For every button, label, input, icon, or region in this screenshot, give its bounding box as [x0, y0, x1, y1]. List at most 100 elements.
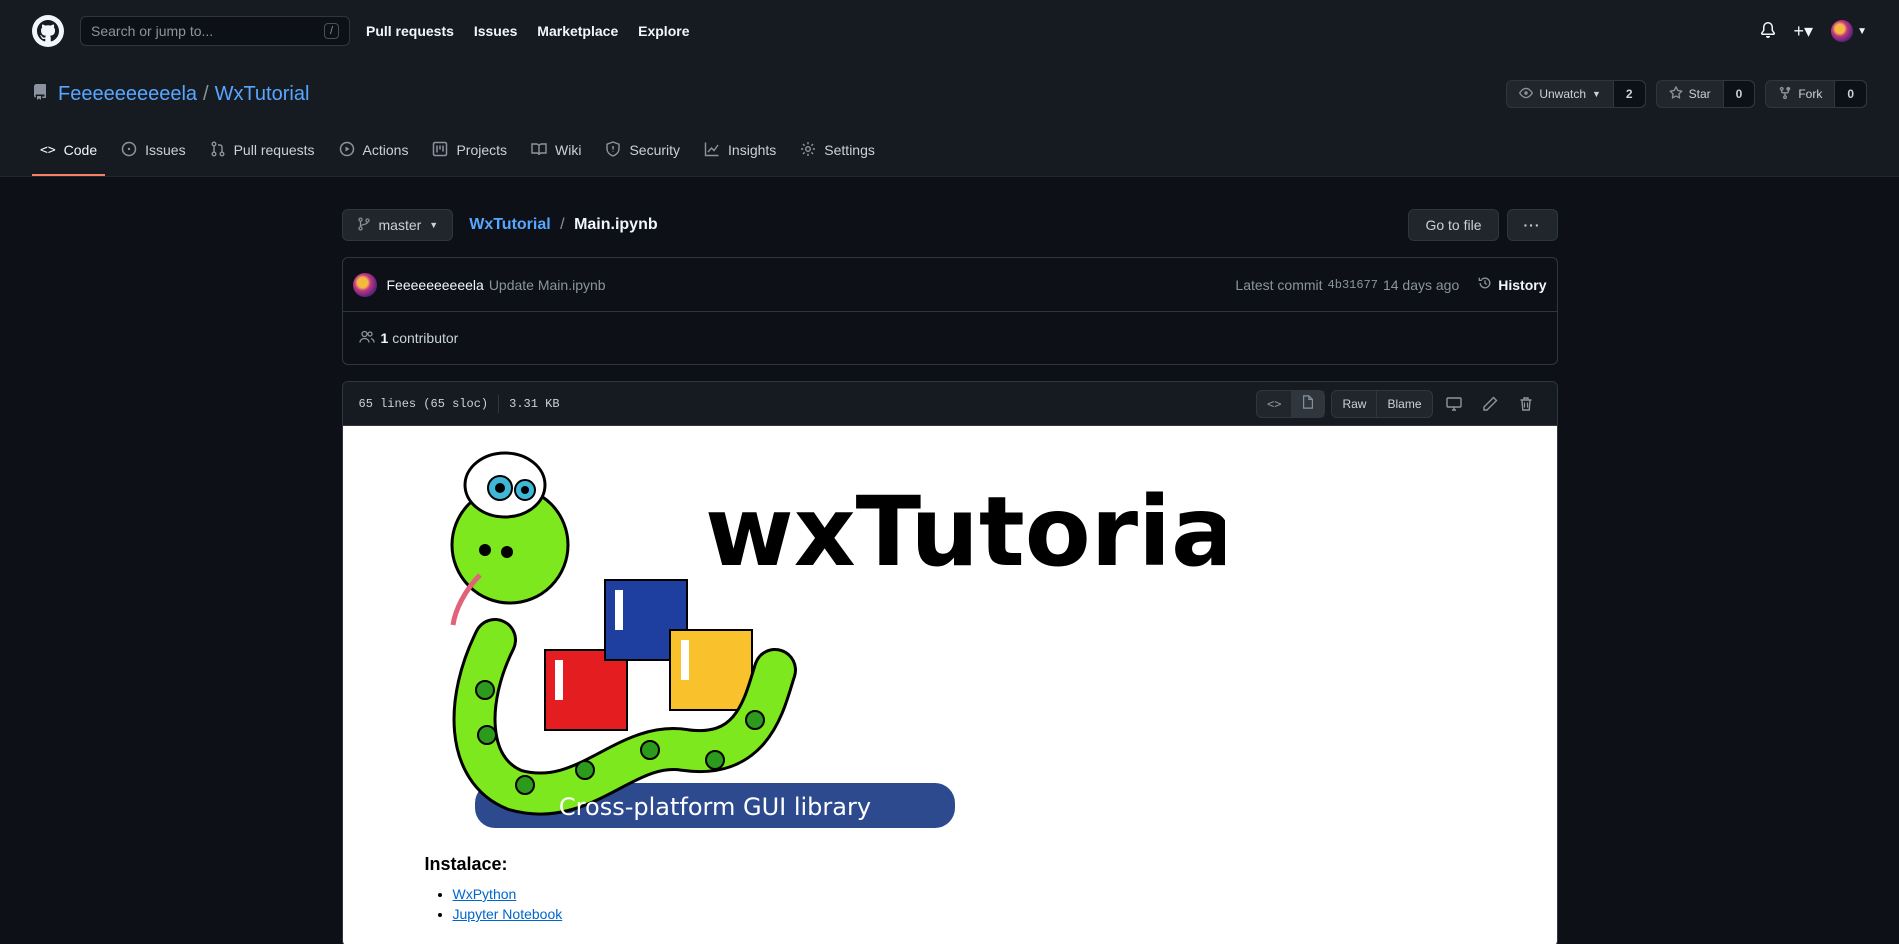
plus-dropdown-icon[interactable]: +▾ — [1794, 21, 1814, 42]
people-icon — [358, 329, 375, 348]
repo-icon — [32, 83, 48, 106]
file-size: 3.31 KB — [509, 396, 560, 411]
display-rich-button[interactable] — [1291, 390, 1325, 417]
tab-insights[interactable]: Insights — [696, 126, 784, 176]
fork-button-group: Fork 0 — [1765, 80, 1867, 108]
github-logo-icon[interactable] — [32, 15, 64, 47]
unwatch-button[interactable]: Unwatch ▼ — [1507, 81, 1613, 107]
commit-age: 14 days ago — [1382, 276, 1460, 293]
file-path-row: master ▼ WxTutorial / Main.ipynb Go to f… — [341, 209, 1558, 241]
history-link[interactable]: History — [1478, 276, 1547, 293]
tab-issues[interactable]: Issues — [113, 126, 193, 176]
commit-message-link[interactable]: Update Main.ipynb — [489, 277, 606, 293]
trash-icon[interactable] — [1511, 396, 1541, 412]
star-button[interactable]: Star — [1657, 81, 1723, 107]
banner-title: wxTutorial — [705, 476, 1225, 588]
chevron-down-icon: ▼ — [1857, 25, 1867, 37]
contributors-link[interactable]: 1 contributor — [381, 330, 459, 346]
user-menu[interactable]: ▼ — [1831, 20, 1867, 42]
commit-box: Feeeeeeeeeela Update Main.ipynb Latest c… — [341, 257, 1558, 365]
more-options-button[interactable]: ··· — [1506, 209, 1558, 241]
commit-sha-link[interactable]: 4b31677 — [1328, 278, 1378, 292]
search-input[interactable]: Search or jump to... / — [80, 16, 350, 46]
history-icon — [1478, 276, 1492, 293]
tab-label: Settings — [824, 142, 875, 158]
repo-title: Feeeeeeeeeela / WxTutorial Unwatch ▼ 2 S… — [32, 62, 1867, 126]
path-separator: / — [203, 82, 209, 105]
notebook-render: wxTutorial Cross-platform GUI library In… — [342, 426, 1557, 944]
file-tools: <> Raw Blame — [1256, 389, 1541, 418]
caret-down-icon: ▼ — [429, 220, 439, 230]
breadcrumb-separator: / — [560, 216, 565, 233]
wxtutorial-banner-image: wxTutorial Cross-platform GUI library — [450, 451, 1225, 828]
book-icon — [531, 141, 547, 160]
breadcrumb-repo-link[interactable]: WxTutorial — [469, 216, 550, 233]
list-item: Jupyter Notebook — [453, 906, 563, 922]
issue-icon — [121, 141, 137, 160]
desktop-icon[interactable] — [1439, 396, 1469, 412]
star-count[interactable]: 0 — [1722, 81, 1755, 107]
unwatch-label: Unwatch — [1539, 87, 1586, 101]
nav-pull-requests[interactable]: Pull requests — [366, 23, 454, 39]
play-icon — [339, 141, 355, 160]
header-actions: +▾ ▼ — [1760, 20, 1867, 42]
top-nav: Pull requests Issues Marketplace Explore — [366, 23, 705, 39]
commit-info: Latest commit 4b31677 14 days ago Histor… — [1235, 276, 1546, 293]
git-branch-icon — [357, 216, 371, 234]
list-item: WxPython — [453, 886, 563, 902]
raw-blame-group: Raw Blame — [1331, 389, 1433, 418]
watch-button-group: Unwatch ▼ 2 — [1506, 80, 1646, 108]
bell-icon[interactable] — [1760, 21, 1776, 41]
pencil-icon[interactable] — [1475, 396, 1505, 412]
top-header: Search or jump to... / Pull requests Iss… — [0, 0, 1899, 62]
tab-label: Wiki — [555, 142, 582, 158]
jupyter-notebook-link[interactable]: Jupyter Notebook — [453, 906, 563, 922]
path-actions: Go to file ··· — [1408, 209, 1558, 241]
tab-pull-requests[interactable]: Pull requests — [202, 126, 323, 176]
tab-actions[interactable]: Actions — [331, 126, 417, 176]
fork-count[interactable]: 0 — [1834, 81, 1866, 107]
avatar[interactable] — [352, 272, 377, 297]
tab-label: Actions — [362, 142, 409, 158]
nav-explore[interactable]: Explore — [638, 23, 689, 39]
pull-request-icon — [210, 141, 226, 160]
wxpython-link[interactable]: WxPython — [453, 886, 517, 902]
branch-name: master — [378, 217, 422, 233]
nav-marketplace[interactable]: Marketplace — [537, 23, 618, 39]
shield-icon — [605, 140, 621, 160]
fork-button[interactable]: Fork — [1766, 81, 1834, 107]
repo-header: Feeeeeeeeeela / WxTutorial Unwatch ▼ 2 S… — [0, 62, 1899, 177]
tab-settings[interactable]: Settings — [792, 126, 883, 176]
file-icon — [1302, 395, 1314, 412]
caret-down-icon: ▼ — [1592, 89, 1601, 99]
nav-issues[interactable]: Issues — [474, 23, 518, 39]
raw-button[interactable]: Raw — [1332, 391, 1376, 417]
file-viewer: 65 lines (65 sloc) 3.31 KB <> Raw Blame — [341, 381, 1558, 944]
commit-author-link[interactable]: Feeeeeeeeeela — [387, 277, 484, 293]
tab-code[interactable]: <> Code — [32, 126, 106, 176]
repo-name-link[interactable]: WxTutorial — [215, 83, 310, 106]
branch-selector[interactable]: master ▼ — [341, 209, 454, 241]
blame-button[interactable]: Blame — [1376, 390, 1431, 417]
slash-shortcut-badge: / — [323, 23, 339, 39]
eye-icon — [1519, 86, 1534, 103]
tab-wiki[interactable]: Wiki — [523, 126, 589, 176]
code-icon: <> — [1267, 396, 1282, 411]
tab-label: Security — [629, 142, 681, 158]
code-icon: <> — [40, 142, 56, 158]
star-button-group: Star 0 — [1655, 80, 1756, 108]
tab-projects[interactable]: Projects — [424, 126, 515, 176]
tab-label: Issues — [145, 142, 186, 158]
notebook-link-list: WxPython Jupyter Notebook — [453, 886, 563, 926]
file-header: 65 lines (65 sloc) 3.31 KB <> Raw Blame — [342, 382, 1557, 426]
display-source-button[interactable]: <> — [1257, 391, 1291, 417]
repo-actions: Unwatch ▼ 2 Star 0 Fork 0 — [1506, 80, 1867, 108]
tab-security[interactable]: Security — [597, 126, 688, 176]
watch-count[interactable]: 2 — [1612, 81, 1645, 107]
tab-label: Projects — [456, 142, 508, 158]
repo-owner-link[interactable]: Feeeeeeeeeela — [58, 83, 197, 106]
go-to-file-button[interactable]: Go to file — [1408, 209, 1499, 241]
tab-label: Pull requests — [233, 142, 315, 158]
star-label: Star — [1688, 87, 1711, 101]
notebook-heading: Instalace: — [424, 854, 508, 874]
